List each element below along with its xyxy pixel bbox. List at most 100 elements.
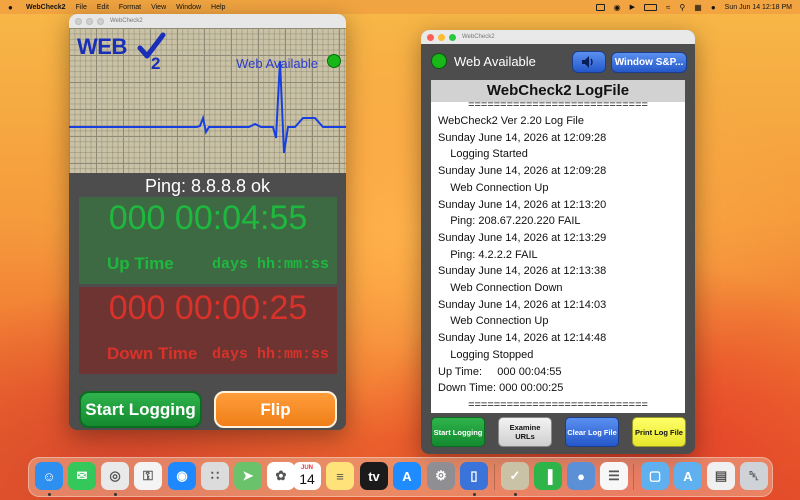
- down-time-label: Down Time: [107, 344, 198, 363]
- siri-icon[interactable]: ●: [711, 3, 716, 12]
- flip-button[interactable]: Flip: [214, 391, 337, 428]
- window-sp-button[interactable]: Window S&P...: [611, 52, 687, 73]
- up-time-format: days hh:mm:ss: [211, 256, 329, 273]
- running-indicator: [514, 493, 517, 496]
- folder-icon[interactable]: ▢: [641, 462, 669, 490]
- close-icon[interactable]: [75, 17, 82, 25]
- menu-clock[interactable]: Sun Jun 14 12:18 PM: [725, 4, 792, 11]
- webcheck-icon[interactable]: ✓: [501, 462, 529, 490]
- print-log-file-button[interactable]: Print Log File: [632, 417, 686, 447]
- clear-log-file-button[interactable]: Clear Log File: [565, 417, 619, 447]
- document-icon[interactable]: ▤: [707, 462, 735, 490]
- menu-help[interactable]: Help: [211, 4, 225, 11]
- menu-app-name[interactable]: WebCheck2: [26, 4, 66, 11]
- close-icon[interactable]: [427, 33, 434, 41]
- log-window-title: WebCheck2: [462, 34, 495, 40]
- applications-folder-icon-glyph: A: [683, 468, 693, 484]
- safari-icon[interactable]: ◉: [168, 462, 196, 490]
- safari-icon-glyph: ◉: [176, 468, 188, 483]
- messages-icon-glyph: ✉: [76, 468, 88, 483]
- textedit-icon-glyph: ☰: [608, 468, 620, 483]
- password-icon[interactable]: ⚿: [134, 462, 162, 490]
- log-lines: WebCheck2 Ver 2.20 Log File Sunday June …: [431, 109, 685, 397]
- finder-icon[interactable]: ☺: [35, 462, 63, 490]
- webcheck-icon-glyph: ✓: [509, 468, 521, 483]
- log-line: Logging Stopped: [438, 348, 534, 361]
- log-line: Logging Started: [438, 148, 528, 161]
- search-icon[interactable]: ⚲: [679, 3, 685, 12]
- wifi-icon[interactable]: ≈: [666, 3, 670, 12]
- log-line: Sunday June 14, 2026 at 12:09:28: [438, 165, 607, 178]
- menu-edit[interactable]: Edit: [97, 4, 109, 11]
- disk-icon[interactable]: ●: [567, 462, 595, 490]
- log-separator-bottom: ============================: [468, 400, 648, 410]
- down-time-panel: 000 00:00:25 Down Time days hh:mm:ss: [79, 287, 337, 374]
- control-center-icon[interactable]: ▦: [694, 3, 702, 12]
- password-icon-glyph: ⚿: [143, 468, 153, 483]
- speaker-icon: [582, 56, 593, 68]
- log-line: Down Time: 000 00:00:25: [438, 382, 564, 395]
- log-line: Sunday June 14, 2026 at 12:13:20: [438, 198, 607, 211]
- battery-icon[interactable]: [644, 3, 658, 11]
- maps-icon[interactable]: ➤: [234, 462, 262, 490]
- simulator-icon-glyph: ▯: [470, 468, 478, 483]
- maps-icon-glyph: ➤: [242, 468, 254, 483]
- settings-icon[interactable]: ⚙: [427, 462, 455, 490]
- dock: ☺ ✉ ◎ ⚿ ◉ ∷ ➤ ✿ JUN 14 ≡ tv A ⚙ ▯ ✓ ▐ ● ☰ ▢ A ▤ ␡: [28, 457, 773, 497]
- start-logging-button[interactable]: Start Logging: [79, 391, 202, 428]
- trash-icon-glyph: ␡: [748, 468, 760, 483]
- heartbeat-trace: [69, 60, 346, 154]
- chrome-icon[interactable]: ◎: [101, 462, 129, 490]
- up-time-value: 000 00:04:55: [108, 199, 308, 237]
- examine-urls-button[interactable]: Examine URLs: [498, 417, 552, 447]
- menu-file[interactable]: File: [76, 4, 87, 11]
- control-icon[interactable]: ◉: [614, 3, 621, 12]
- tv-icon[interactable]: tv: [360, 462, 388, 490]
- log-line: Sunday June 14, 2026 at 12:09:28: [438, 131, 607, 144]
- down-time-format: days hh:mm:ss: [211, 346, 329, 363]
- launchpad-icon[interactable]: ∷: [201, 462, 229, 490]
- notes-icon[interactable]: ≡: [326, 462, 354, 490]
- web-status-text: Web Available: [454, 54, 536, 69]
- applications-folder-icon[interactable]: A: [674, 462, 702, 490]
- log-separator-top: ============================: [468, 102, 648, 109]
- log-line: Sunday June 14, 2026 at 12:13:38: [438, 265, 607, 278]
- menu-bar: ● WebCheck2 File Edit Format View Window…: [0, 0, 800, 14]
- log-line: Sunday June 14, 2026 at 12:14:48: [438, 332, 607, 345]
- menu-window[interactable]: Window: [176, 4, 201, 11]
- zoom-icon[interactable]: [449, 33, 456, 41]
- log-titlebar[interactable]: WebCheck2: [421, 30, 695, 44]
- messages-icon[interactable]: ✉: [68, 462, 96, 490]
- speaker-button[interactable]: [572, 51, 606, 73]
- start-logging-button[interactable]: Start Logging: [431, 417, 485, 447]
- log-title: WebCheck2 LogFile: [431, 80, 685, 102]
- settings-icon-glyph: ⚙: [435, 468, 447, 483]
- textedit-icon[interactable]: ☰: [600, 462, 628, 490]
- zoom-icon[interactable]: [97, 17, 104, 25]
- trash-icon[interactable]: ␡: [740, 462, 768, 490]
- numbers-icon-glyph: ▐: [543, 468, 553, 484]
- tv-icon-glyph: tv: [368, 468, 380, 484]
- notes-icon-glyph: ≡: [336, 468, 344, 484]
- dock-divider: [633, 464, 634, 490]
- calendar-icon[interactable]: JUN 14: [293, 462, 321, 490]
- monitor-window-title: WebCheck2: [110, 18, 143, 24]
- log-line: Ping: 4.2.2.2 FAIL: [438, 248, 538, 261]
- photos-icon[interactable]: ✿: [267, 462, 295, 490]
- stage-manager-icon[interactable]: [595, 3, 605, 11]
- play-icon[interactable]: ▶: [630, 3, 635, 11]
- dock-divider: [494, 464, 495, 490]
- numbers-icon[interactable]: ▐: [534, 462, 562, 490]
- running-indicator: [48, 493, 51, 496]
- ping-status: Ping: 8.8.8.8 ok: [144, 176, 271, 196]
- simulator-icon[interactable]: ▯: [460, 462, 488, 490]
- minimize-icon[interactable]: [86, 17, 93, 25]
- monitor-titlebar[interactable]: WebCheck2: [69, 14, 346, 28]
- app-store-icon[interactable]: A: [393, 462, 421, 490]
- minimize-icon[interactable]: [438, 33, 445, 41]
- log-window: WebCheck2 Web Available Window S&P... We…: [421, 30, 695, 454]
- menu-format[interactable]: Format: [119, 4, 141, 11]
- menu-view[interactable]: View: [151, 4, 166, 11]
- apple-menu-icon[interactable]: ●: [8, 3, 18, 12]
- log-file-panel[interactable]: WebCheck2 LogFile ======================…: [431, 80, 685, 413]
